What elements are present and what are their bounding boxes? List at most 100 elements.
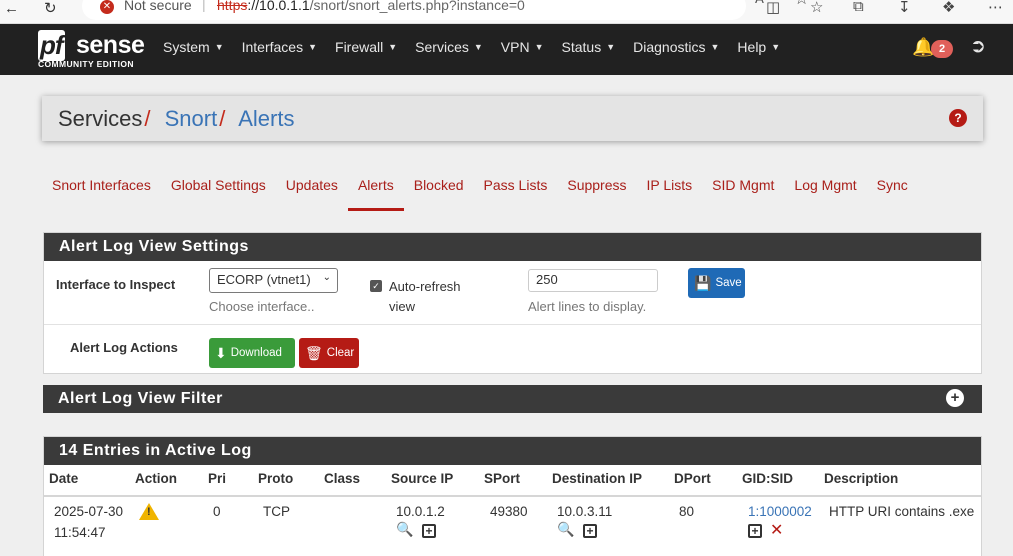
search-icon[interactable]: 🔍 — [396, 521, 413, 538]
caret-down-icon: ▼ — [771, 42, 781, 52]
address-bar[interactable]: ✕ Not secure | https://10.0.1.1/snort/sn… — [82, 0, 809, 20]
add-plus-icon[interactable]: + — [748, 524, 762, 538]
logout-icon[interactable]: ➲ — [970, 35, 986, 58]
alert-log-actions-label: Alert Log Actions — [70, 340, 178, 355]
clear-button[interactable]: 🗑 Clear — [299, 338, 359, 368]
col-source-ip[interactable]: Source IP — [391, 471, 453, 486]
split-screen-icon[interactable]: ◫ — [766, 0, 780, 16]
read-aloud-icon[interactable]: A⃗ — [755, 0, 764, 7]
more-menu-icon[interactable]: ⋯ — [988, 0, 1003, 16]
caret-down-icon: ▼ — [308, 42, 318, 52]
menu-help[interactable]: Help ▼ — [737, 39, 780, 55]
menu-firewall[interactable]: Firewall ▼ — [335, 39, 397, 55]
download-button-label: Download — [230, 347, 282, 359]
breadcrumb-alerts-link[interactable]: Alerts — [238, 106, 294, 131]
tab-pass-lists[interactable]: Pass Lists — [484, 177, 548, 193]
back-arrow-icon[interactable]: ← — [4, 0, 19, 17]
top-navbar: pf sense COMMUNITY EDITION System ▼ Inter… — [0, 24, 1013, 75]
expand-plus-icon[interactable]: + — [946, 389, 964, 407]
menu-vpn[interactable]: VPN ▼ — [501, 39, 544, 55]
alert-log-settings-panel: Alert Log View Settings Interface to Ins… — [43, 232, 982, 374]
delete-x-icon[interactable]: ✕ — [770, 520, 783, 540]
logo-sense-mark: sense — [76, 31, 145, 59]
col-sport[interactable]: SPort — [484, 471, 520, 486]
col-description[interactable]: Description — [824, 471, 898, 486]
add-plus-icon[interactable]: + — [422, 524, 436, 538]
menu-interfaces[interactable]: Interfaces ▼ — [242, 39, 317, 55]
breadcrumb-snort-link[interactable]: Snort — [165, 106, 218, 131]
url-text[interactable]: https://10.0.1.1/snort/snort_alerts.php?… — [217, 0, 525, 13]
tab-updates[interactable]: Updates — [286, 177, 338, 193]
active-log-panel: 14 Entries in Active Log Date Action Pri… — [43, 436, 982, 556]
tab-alerts[interactable]: Alerts — [358, 177, 394, 193]
autorefresh-checkbox[interactable]: ✓ — [370, 280, 382, 292]
col-class[interactable]: Class — [324, 471, 360, 486]
search-icon[interactable]: 🔍 — [557, 521, 574, 538]
menu-status[interactable]: Status ▼ — [562, 39, 616, 55]
download-button[interactable]: ⬇ Download — [209, 338, 295, 368]
col-date[interactable]: Date — [49, 471, 78, 486]
pfsense-logo[interactable]: pf sense COMMUNITY EDITION — [38, 30, 148, 70]
col-action[interactable]: Action — [135, 471, 177, 486]
row-description: HTTP URI contains .exe — [829, 504, 975, 519]
menu-services[interactable]: Services ▼ — [415, 39, 483, 55]
row-date: 2025-07-30 — [54, 504, 124, 519]
clear-button-label: Clear — [326, 347, 355, 359]
help-question-icon[interactable]: ? — [949, 109, 967, 127]
tab-global-settings[interactable]: Global Settings — [171, 177, 266, 193]
autorefresh-label[interactable]: Auto-refresh view — [389, 277, 479, 317]
url-host: ://10.0.1.1 — [247, 0, 310, 13]
tab-suppress[interactable]: Suppress — [567, 177, 626, 193]
security-label[interactable]: Not secure — [124, 0, 192, 13]
tab-ip-lists[interactable]: IP Lists — [647, 177, 693, 193]
alert-lines-input[interactable]: 250 — [528, 269, 658, 292]
browser-toolbar: ← ↻ ✕ Not secure | https://10.0.1.1/snor… — [0, 0, 1013, 24]
trash-icon: 🗑 — [305, 344, 323, 361]
download-icon: ⬇ — [215, 344, 227, 361]
favorite-star-icon[interactable]: ☆ — [794, 0, 809, 9]
col-pri[interactable]: Pri — [208, 471, 226, 486]
menu-system[interactable]: System ▼ — [163, 39, 224, 55]
interface-label: Interface to Inspect — [56, 277, 176, 292]
caret-down-icon: ▼ — [534, 42, 544, 52]
tab-sid-mgmt[interactable]: SID Mgmt — [712, 177, 774, 193]
row-time: 11:54:47 — [54, 525, 106, 540]
col-destination-ip[interactable]: Destination IP — [552, 471, 642, 486]
alert-lines-hint: Alert lines to display. — [528, 299, 647, 314]
favorites-icon[interactable]: ☆ — [810, 0, 823, 16]
row-pri: 0 — [213, 504, 221, 519]
tab-log-mgmt[interactable]: Log Mgmt — [794, 177, 856, 193]
settings-panel-title: Alert Log View Settings — [44, 233, 981, 261]
collections-icon[interactable]: ⧉ — [853, 0, 864, 15]
security-warning-icon[interactable]: ✕ — [100, 0, 114, 14]
gid-sid-link[interactable]: 1:1000002 — [748, 504, 812, 519]
log-panel-title: 14 Entries in Active Log — [44, 437, 981, 465]
extensions-icon[interactable]: ❖ — [942, 0, 955, 16]
logo-edition: COMMUNITY EDITION — [38, 59, 134, 69]
warning-triangle-icon: ! — [139, 503, 159, 520]
col-dport[interactable]: DPort — [674, 471, 711, 486]
filter-panel-title: Alert Log View Filter — [43, 385, 982, 413]
row-source-ip: 10.0.1.2 — [396, 504, 445, 519]
menu-diagnostics[interactable]: Diagnostics ▼ — [633, 39, 719, 55]
breadcrumb-separator: / — [144, 106, 151, 131]
tab-blocked[interactable]: Blocked — [414, 177, 464, 193]
chevron-down-icon: ⌄ — [322, 272, 331, 283]
add-plus-icon[interactable]: + — [583, 524, 597, 538]
downloads-icon[interactable]: ↧ — [898, 0, 911, 16]
url-protocol: https — [217, 0, 248, 13]
caret-down-icon: ▼ — [606, 42, 616, 52]
interface-select-value: ECORP (vtnet1) — [217, 272, 311, 287]
breadcrumb-separator: / — [219, 106, 226, 131]
interface-select[interactable]: ECORP (vtnet1) ⌄ — [209, 268, 338, 293]
save-button[interactable]: 💾 Save — [688, 268, 745, 298]
notification-count-badge[interactable]: 2 — [931, 40, 953, 58]
reload-icon[interactable]: ↻ — [44, 0, 57, 17]
active-tab-indicator — [348, 208, 404, 211]
table-header-divider — [44, 495, 981, 497]
col-gid-sid[interactable]: GID:SID — [742, 471, 793, 486]
tab-snort-interfaces[interactable]: Snort Interfaces — [52, 177, 151, 193]
tab-sync[interactable]: Sync — [877, 177, 908, 193]
col-proto[interactable]: Proto — [258, 471, 293, 486]
caret-down-icon: ▼ — [710, 42, 720, 52]
